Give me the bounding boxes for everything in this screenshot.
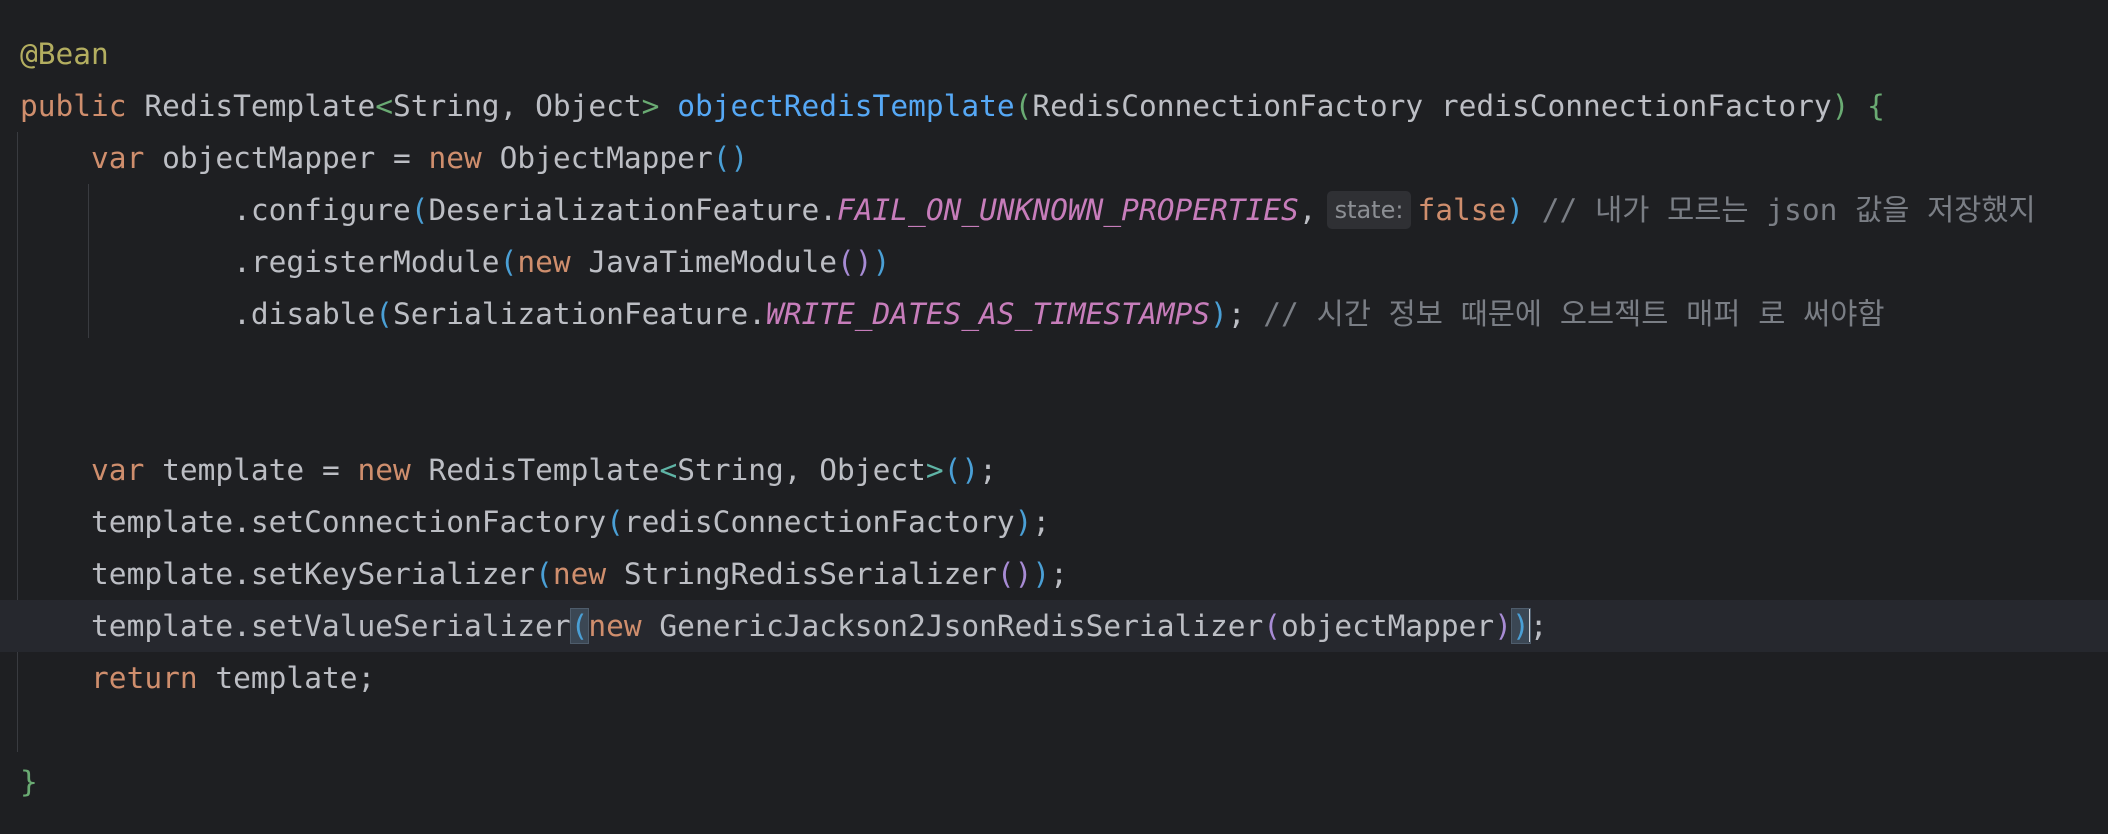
method-call-token: template.setConnectionFactory [91,505,607,539]
paren-token: () [996,557,1033,591]
paren-token: ( [535,557,553,591]
method-call-token: .registerModule [233,245,500,279]
paren-token: ) [1014,505,1033,539]
paren-token: ( [375,297,393,331]
type-token: RedisTemplate [144,89,376,123]
matched-paren-token: ( [569,608,590,644]
paren-token: ( [606,505,624,539]
argument-token: redisConnectionFactory [623,505,1015,539]
type-token: SerializationFeature. [393,297,766,331]
comment-token: // 시간 정보 때문에 오브젝트 매퍼 로 써야함 [1245,297,1885,331]
type-token: String, Object [393,89,642,123]
code-line-6[interactable]: .disable(SerializationFeature.WRITE_DATE… [0,288,2108,340]
code-line-10[interactable]: template.setConnectionFactory(redisConne… [0,496,2108,548]
type-token: JavaTimeModule [570,245,838,279]
method-call-token: template.setValueSerializer [91,609,571,643]
method-call-token: template.setKeySerializer [91,557,536,591]
constant-token: WRITE_DATES_AS_TIMESTAMPS [765,297,1210,331]
code-line-5[interactable]: .registerModule(new JavaTimeModule()) [0,236,2108,288]
brace-token: { [1867,89,1885,123]
paren-token: () [943,453,980,487]
annotation-token: @Bean [20,37,109,71]
code-token: template = [144,453,358,487]
code-line-15[interactable]: } [0,756,2108,808]
type-token: DeserializationFeature. [428,193,838,227]
type-token: GenericJackson2JsonRedisSerializer [641,609,1264,643]
code-line-11[interactable]: template.setKeySerializer(new StringRedi… [0,548,2108,600]
method-call-token: .disable [233,297,376,331]
code-line-9[interactable]: var template = new RedisTemplate<String,… [0,444,2108,496]
type-token: RedisTemplate [410,453,660,487]
generic-bracket: < [375,89,393,123]
keyword-token: var [91,141,145,175]
paren-token: ( [1014,89,1033,123]
code-line-4[interactable]: .configure(DeserializationFeature.FAIL_O… [0,184,2108,236]
keyword-token: new [517,245,571,279]
keyword-token: new [588,609,642,643]
semicolon-token: ; [1529,609,1548,643]
paren-token: ( [499,245,518,279]
keyword-token: public [20,89,127,123]
semicolon-token: ; [1227,297,1246,331]
paren-token: () [712,141,749,175]
generic-bracket: > [925,453,944,487]
generic-bracket: > [641,89,660,123]
paren-token: ( [1263,609,1282,643]
code-token: objectMapper = [144,141,429,175]
keyword-token: return [91,661,198,695]
brace-token: } [20,765,38,799]
paren-token: ) [1494,609,1512,643]
paren-token: ( [410,193,429,227]
comma-token: , [1298,193,1317,227]
code-token: template; [197,661,376,695]
paren-token: ) [1831,89,1850,123]
keyword-token: var [91,453,145,487]
code-line-13[interactable]: return template; [0,652,2108,704]
argument-token: objectMapper [1281,609,1495,643]
keyword-token: false [1417,193,1507,227]
code-editor[interactable]: @Bean public RedisTemplate<String, Objec… [0,0,2108,834]
semicolon-token: ; [1050,557,1068,591]
type-token: String, Object [677,453,926,487]
code-line-2[interactable]: public RedisTemplate<String, Object> obj… [0,80,2108,132]
paren-token: ) [1032,557,1051,591]
code-line-1[interactable]: @Bean [0,28,2108,80]
paren-token: () [837,245,873,279]
generic-bracket: < [659,453,678,487]
params-token: RedisConnectionFactory redisConnectionFa… [1032,89,1832,123]
method-name-token: objectRedisTemplate [677,89,1015,123]
matched-paren-token: ) [1510,608,1531,644]
semicolon-token: ; [1032,505,1051,539]
paren-token: ) [1210,297,1228,331]
keyword-token: new [357,453,411,487]
constant-token: FAIL_ON_UNKNOWN_PROPERTIES [837,193,1299,227]
code-line-12-current[interactable]: template.setValueSerializer(new GenericJ… [0,600,2108,652]
parameter-hint: state: [1326,191,1412,229]
type-token: ObjectMapper [481,141,713,175]
keyword-token: new [428,141,482,175]
paren-token: ) [1506,193,1525,227]
semicolon-token: ; [979,453,997,487]
comment-token: // 내가 모르는 json 값을 저장했지 [1524,193,2036,227]
method-call-token: .configure [233,193,411,227]
paren-token: ) [872,245,891,279]
type-token: StringRedisSerializer [606,557,997,591]
code-line-3[interactable]: var objectMapper = new ObjectMapper() [0,132,2108,184]
keyword-token: new [552,557,607,591]
